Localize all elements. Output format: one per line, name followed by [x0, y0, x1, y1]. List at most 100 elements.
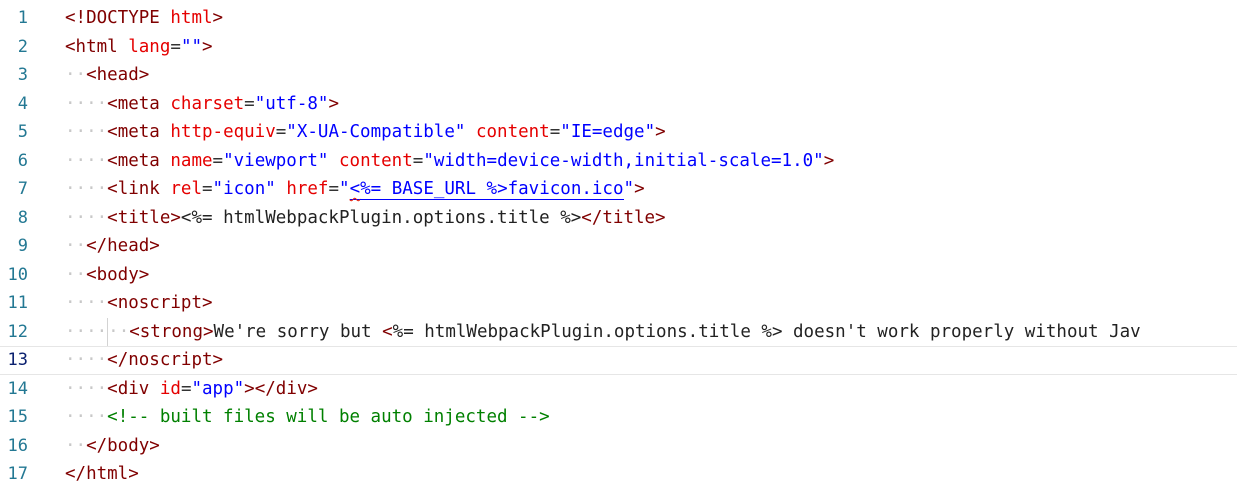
- code-token: ></div>: [244, 378, 318, 399]
- code-token: ": [623, 179, 635, 200]
- code-editor[interactable]: 1 <!DOCTYPE html >2 <html lang = "" >3 ·· <head>…: [0, 0, 1237, 490]
- line-number: 14: [7, 378, 28, 399]
- code-token: >: [212, 8, 224, 29]
- indent-whitespace-marker: ··: [65, 293, 87, 314]
- indent-whitespace-marker: ··: [65, 150, 87, 171]
- code-token: <noscript>: [107, 293, 213, 314]
- code-token: =: [549, 122, 561, 143]
- code-token: content: [339, 150, 413, 171]
- code-token: <html: [65, 36, 118, 57]
- code-token: >: [202, 36, 213, 57]
- code-line[interactable]: 9 ·· </head>: [0, 232, 1237, 261]
- line-number: 16: [7, 435, 28, 456]
- code-token: =: [328, 179, 340, 200]
- code-text: ·· ·· <title> <%= htmlWebpackPlugin.options…: [65, 204, 666, 233]
- code-token: "X-UA-Compatible": [286, 122, 466, 143]
- code-token: name: [170, 150, 213, 171]
- code-text: ·· ·· <link rel = "icon" href = " < %= BASE_URL …: [65, 175, 645, 204]
- code-token: >: [328, 93, 340, 114]
- code-text: ·· <body>: [65, 261, 149, 290]
- line-number: 17: [7, 464, 28, 485]
- code-token: "IE=edge": [560, 122, 656, 143]
- code-token: >: [655, 122, 666, 143]
- code-token: =: [412, 150, 424, 171]
- line-number: 10: [7, 264, 28, 285]
- indent-whitespace-marker: ··: [86, 293, 108, 314]
- code-token: </html>: [65, 464, 139, 485]
- code-token: =: [180, 378, 192, 399]
- line-number: 6: [17, 150, 28, 171]
- code-line[interactable]: 6 ·· ·· <meta name = "viewport" content = "widt…: [0, 147, 1237, 176]
- code-token: ": [339, 179, 350, 200]
- code-token: "width=device-width,initial-scale=1.0": [423, 150, 824, 171]
- code-text: ·· ·· ·· <strong> We're sorry but < %= htmlWe…: [65, 317, 1141, 347]
- code-token: <div: [107, 378, 150, 399]
- line-number: 9: [17, 236, 28, 257]
- indent-whitespace-marker: ··: [86, 350, 108, 371]
- code-line[interactable]: 17 </html>: [0, 460, 1237, 489]
- code-token: href: [286, 179, 329, 200]
- code-text: ·· ·· <meta http-equiv = "X-UA-Compatible" c…: [65, 118, 666, 147]
- code-line[interactable]: 1 <!DOCTYPE html >: [0, 4, 1237, 33]
- code-token: <strong>: [129, 321, 214, 342]
- indent-whitespace-marker: ··: [86, 207, 108, 228]
- code-text: <!DOCTYPE html >: [65, 4, 223, 33]
- indent-whitespace-marker: ··: [65, 122, 87, 143]
- indent-whitespace-marker: ··: [107, 317, 129, 346]
- code-token: rel: [170, 179, 202, 200]
- indent-whitespace-marker: ··: [65, 207, 87, 228]
- code-token: >: [823, 150, 835, 171]
- indent-whitespace-marker: ··: [65, 321, 87, 342]
- code-text: <html lang = "" >: [65, 33, 213, 62]
- code-token: lang: [128, 36, 171, 57]
- code-line[interactable]: 11 ·· ·· <noscript>: [0, 289, 1237, 318]
- indent-whitespace-marker: ··: [86, 407, 108, 428]
- code-line[interactable]: 14 ·· ·· <div id = "app" ></div>: [0, 375, 1237, 404]
- code-line[interactable]: 5 ·· ·· <meta http-equiv = "X-UA-Compatible" …: [0, 118, 1237, 147]
- code-line[interactable]: 7 ·· ·· <link rel = "icon" href = " < %= BASE_URL…: [0, 175, 1237, 204]
- line-number: 7: [17, 179, 28, 200]
- code-token: charset: [170, 93, 245, 114]
- code-token: =: [202, 179, 213, 200]
- code-token: </body>: [86, 435, 160, 456]
- code-token: We're sorry but: [213, 321, 383, 342]
- indent-whitespace-marker: ··: [86, 150, 108, 171]
- indent-whitespace-marker: ··: [65, 65, 87, 86]
- line-number: 15: [7, 407, 28, 428]
- code-text: ·· ·· <meta name = "viewport" content = "width…: [65, 147, 834, 176]
- code-token: <body>: [86, 264, 150, 285]
- code-text: ·· ·· <!-- built files will be auto inject…: [65, 403, 550, 432]
- code-line[interactable]: 8 ·· ·· <title> <%= htmlWebpackPlugin.option…: [0, 204, 1237, 233]
- code-text: ·· </body>: [65, 432, 160, 461]
- code-text: ·· </head>: [65, 232, 160, 261]
- code-line[interactable]: 3 ·· <head>: [0, 61, 1237, 90]
- code-token: <meta: [107, 93, 160, 114]
- line-number: 12: [7, 321, 28, 342]
- indent-whitespace-marker: ··: [65, 93, 87, 114]
- code-line[interactable]: 13 ·· ·· </noscript>: [0, 346, 1237, 375]
- indent-whitespace-marker: ··: [65, 264, 87, 285]
- code-line[interactable]: 4 ·· ·· <meta charset = "utf-8" >: [0, 90, 1237, 119]
- code-token: =: [212, 150, 224, 171]
- code-token: content: [475, 122, 550, 143]
- code-line[interactable]: 15 ·· ·· <!-- built files will be auto inje…: [0, 403, 1237, 432]
- code-token: <meta: [107, 122, 160, 143]
- line-number: 5: [17, 122, 28, 143]
- code-line[interactable]: 12 ·· ·· ·· <strong> We're sorry but < %= html…: [0, 317, 1237, 347]
- line-number: 3: [17, 65, 28, 86]
- code-token: "utf-8": [254, 93, 329, 114]
- code-token: html: [170, 8, 213, 29]
- code-line[interactable]: 16 ·· </body>: [0, 432, 1237, 461]
- code-line[interactable]: 2 <html lang = "" >: [0, 33, 1237, 62]
- indent-whitespace-marker: ··: [86, 321, 108, 342]
- code-token: <link: [107, 179, 160, 200]
- code-token: "icon": [212, 179, 276, 200]
- indent-whitespace-marker: ··: [86, 122, 108, 143]
- code-token[interactable]: %= BASE_URL %>favicon.ico: [360, 179, 624, 200]
- code-token[interactable]: <: [349, 179, 361, 200]
- code-line[interactable]: 10 ·· <body>: [0, 261, 1237, 290]
- code-text: ·· ·· <noscript>: [65, 289, 213, 318]
